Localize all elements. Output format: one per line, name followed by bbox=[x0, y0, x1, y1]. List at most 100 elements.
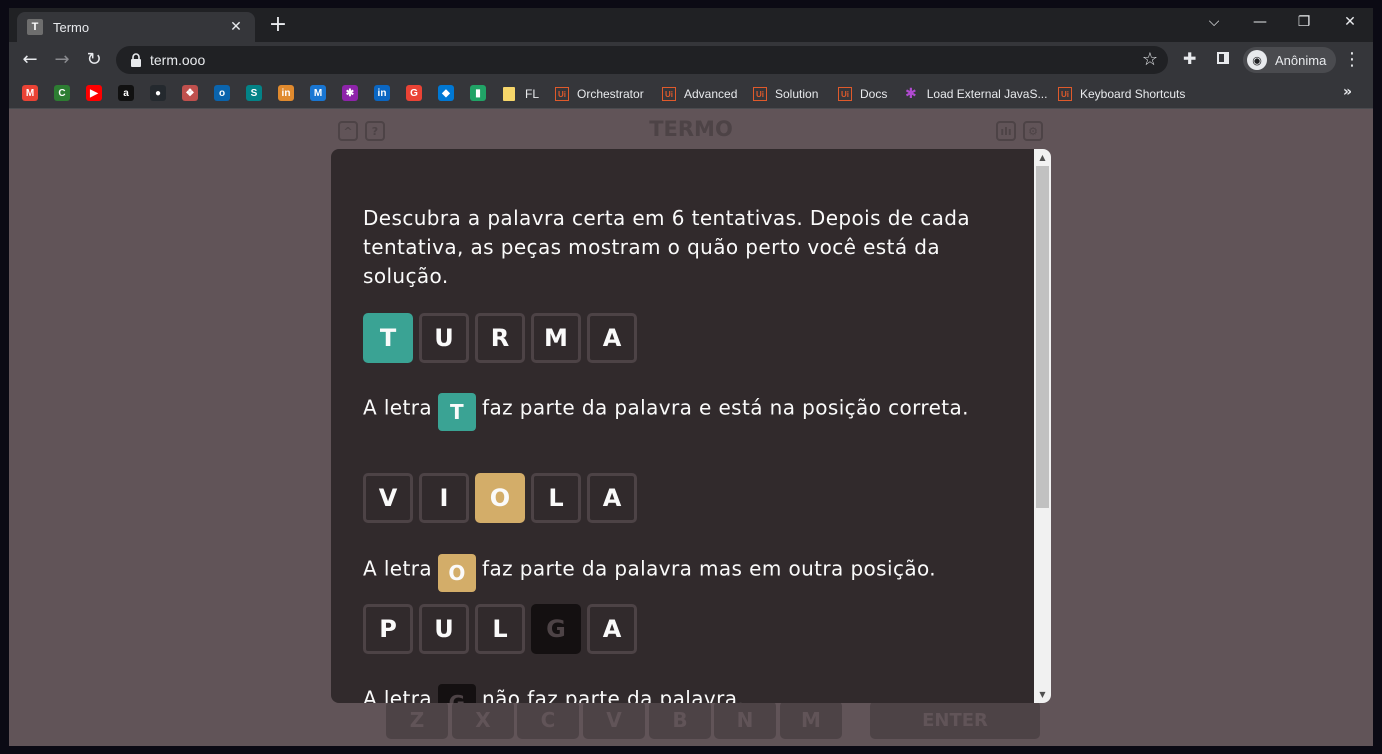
key-x[interactable]: X bbox=[452, 701, 514, 739]
termo-page: ^ ? TERMO ılı ⚙ ZXCVBNM ENTER Descubra a… bbox=[9, 109, 1373, 746]
bookmark-label: Orchestrator bbox=[577, 87, 644, 101]
browser-window: T Termo ✕ + ⌵ — ❐ ✕ ← → ↻ term.ooo ☆ ✚ ◉… bbox=[9, 8, 1373, 746]
sharepoint-icon[interactable]: S bbox=[246, 85, 262, 101]
letter-tile: M bbox=[531, 313, 581, 363]
cloud-app-icon[interactable]: ◆ bbox=[438, 85, 454, 101]
collapse-button[interactable]: ^ bbox=[338, 121, 358, 141]
bookmark-label: Load External JavaS... bbox=[926, 87, 1048, 101]
key-m[interactable]: M bbox=[780, 701, 842, 739]
more-bookmarks-icon[interactable]: » bbox=[1343, 84, 1352, 100]
example-row-pulga: PULGA bbox=[363, 604, 643, 654]
google-app-icon[interactable]: G bbox=[406, 85, 422, 101]
settings-gear-button[interactable]: ⚙ bbox=[1023, 121, 1043, 141]
modal-scrollbar[interactable]: ▲ ▼ bbox=[1034, 149, 1051, 703]
letter-tile: L bbox=[475, 604, 525, 654]
example3-explanation: A letra Gnão faz parte da palavra. bbox=[363, 684, 1003, 703]
browser-menu-icon[interactable]: ⋮ bbox=[1343, 49, 1361, 70]
bookmark-advanced[interactable]: Ui Advanced bbox=[662, 84, 737, 104]
bookmark-label: FL bbox=[525, 87, 540, 101]
bookmark-label: Keyboard Shortcuts bbox=[1080, 87, 1186, 101]
uipath-icon: Ui bbox=[1058, 87, 1072, 101]
bookmark-load-external-javascript[interactable]: ✱ Load External JavaS... bbox=[905, 84, 1047, 104]
close-tab-icon[interactable]: ✕ bbox=[227, 19, 245, 35]
explanation-suffix: não faz parte da palavra. bbox=[482, 686, 745, 704]
key-n[interactable]: N bbox=[714, 701, 776, 739]
github-icon[interactable]: ● bbox=[150, 85, 166, 101]
forward-arrow-icon[interactable]: → bbox=[51, 49, 73, 71]
linkedin-icon[interactable]: in bbox=[374, 85, 390, 101]
example2-explanation: A letra Ofaz parte da palavra mas em outr… bbox=[363, 554, 1003, 592]
incognito-icon: ◉ bbox=[1247, 50, 1267, 70]
scroll-up-arrow-icon[interactable]: ▲ bbox=[1034, 149, 1051, 166]
key-v[interactable]: V bbox=[583, 701, 645, 739]
tab-termo[interactable]: T Termo ✕ bbox=[17, 12, 255, 42]
minimize-icon[interactable]: — bbox=[1249, 14, 1271, 30]
reload-icon[interactable]: ↻ bbox=[83, 49, 105, 71]
letter-tile: U bbox=[419, 604, 469, 654]
bookmark-label: Advanced bbox=[684, 87, 738, 101]
stats-button[interactable]: ılı bbox=[996, 121, 1016, 141]
letter-tile: R bbox=[475, 313, 525, 363]
correct-letter-tile: T bbox=[438, 393, 477, 431]
close-window-icon[interactable]: ✕ bbox=[1339, 14, 1361, 30]
letter-tile: O bbox=[475, 473, 525, 523]
key-z[interactable]: Z bbox=[386, 701, 448, 739]
explanation-suffix: faz parte da palavra e está na posição c… bbox=[482, 395, 969, 420]
incognito-profile-button[interactable]: ◉ Anônima bbox=[1243, 47, 1337, 73]
lock-icon bbox=[131, 53, 141, 67]
shield-app-icon[interactable]: ▮ bbox=[470, 85, 486, 101]
bookmark-docs[interactable]: Ui Docs bbox=[838, 84, 887, 104]
outlook-icon[interactable]: o bbox=[214, 85, 230, 101]
uipath-icon: Ui bbox=[555, 87, 569, 101]
m-app-icon[interactable]: M bbox=[310, 85, 326, 101]
bookmark-label: Docs bbox=[860, 87, 888, 101]
key-b[interactable]: B bbox=[649, 701, 711, 739]
example1-explanation: A letra Tfaz parte da palavra e está na p… bbox=[363, 393, 1003, 431]
key-c[interactable]: C bbox=[517, 701, 579, 739]
back-arrow-icon[interactable]: ← bbox=[19, 49, 41, 71]
side-panel-icon[interactable] bbox=[1217, 52, 1229, 64]
folder-icon bbox=[503, 87, 515, 101]
url-text: term.ooo bbox=[150, 52, 206, 68]
scroll-down-arrow-icon[interactable]: ▼ bbox=[1034, 686, 1051, 703]
uipath-icon: Ui bbox=[838, 87, 852, 101]
tab-search-icon[interactable]: ⌵ bbox=[1203, 14, 1225, 30]
bookmark-orchestrator[interactable]: Ui Orchestrator bbox=[555, 84, 644, 104]
enter-key[interactable]: ENTER bbox=[870, 701, 1040, 739]
puzzle-app-icon[interactable]: ❖ bbox=[182, 85, 198, 101]
bookmark-solution[interactable]: Ui Solution bbox=[753, 84, 818, 104]
refresh-app-icon[interactable]: C bbox=[54, 85, 70, 101]
letter-tile: A bbox=[587, 313, 637, 363]
letter-tile: A bbox=[587, 473, 637, 523]
explanation-prefix: A letra bbox=[363, 686, 433, 704]
misplaced-letter-tile: O bbox=[438, 554, 477, 592]
new-tab-button[interactable]: + bbox=[267, 14, 289, 36]
scroll-thumb[interactable] bbox=[1036, 166, 1049, 508]
title-bar: T Termo ✕ + ⌵ — ❐ ✕ bbox=[9, 8, 1373, 42]
youtube-icon[interactable]: ▶ bbox=[86, 85, 102, 101]
bookmark-label: Solution bbox=[775, 87, 819, 101]
letter-tile: A bbox=[587, 604, 637, 654]
restore-icon[interactable]: ❐ bbox=[1293, 14, 1315, 30]
gmail-icon[interactable]: M bbox=[22, 85, 38, 101]
browser-toolbar: ← → ↻ term.ooo ☆ ✚ ◉ Anônima ⋮ bbox=[9, 42, 1373, 78]
letter-tile: U bbox=[419, 313, 469, 363]
hubspot-icon[interactable]: in bbox=[278, 85, 294, 101]
uipath-icon: Ui bbox=[753, 87, 767, 101]
bookmark-star-icon[interactable]: ☆ bbox=[1142, 49, 1158, 70]
bookmark-keyboard-shortcuts[interactable]: Ui Keyboard Shortcuts bbox=[1058, 84, 1185, 104]
example-row-viola: VIOLA bbox=[363, 473, 643, 523]
extensions-puzzle-icon[interactable]: ✚ bbox=[1183, 49, 1196, 68]
letter-tile: T bbox=[363, 313, 413, 363]
letter-tile: V bbox=[363, 473, 413, 523]
profile-label: Anônima bbox=[1275, 52, 1327, 68]
address-bar[interactable]: term.ooo ☆ bbox=[116, 46, 1168, 74]
amazon-icon[interactable]: a bbox=[118, 85, 134, 101]
intro-text: Descubra a palavra certa em 6 tentativas… bbox=[363, 206, 971, 288]
letter-tile: L bbox=[531, 473, 581, 523]
help-button[interactable]: ? bbox=[365, 121, 385, 141]
explanation-suffix: faz parte da palavra mas em outra posiçã… bbox=[482, 556, 937, 581]
asterisk-icon[interactable]: ✱ bbox=[342, 85, 358, 101]
letter-tile: P bbox=[363, 604, 413, 654]
bookmark-fl-folder[interactable]: FL bbox=[503, 84, 539, 104]
